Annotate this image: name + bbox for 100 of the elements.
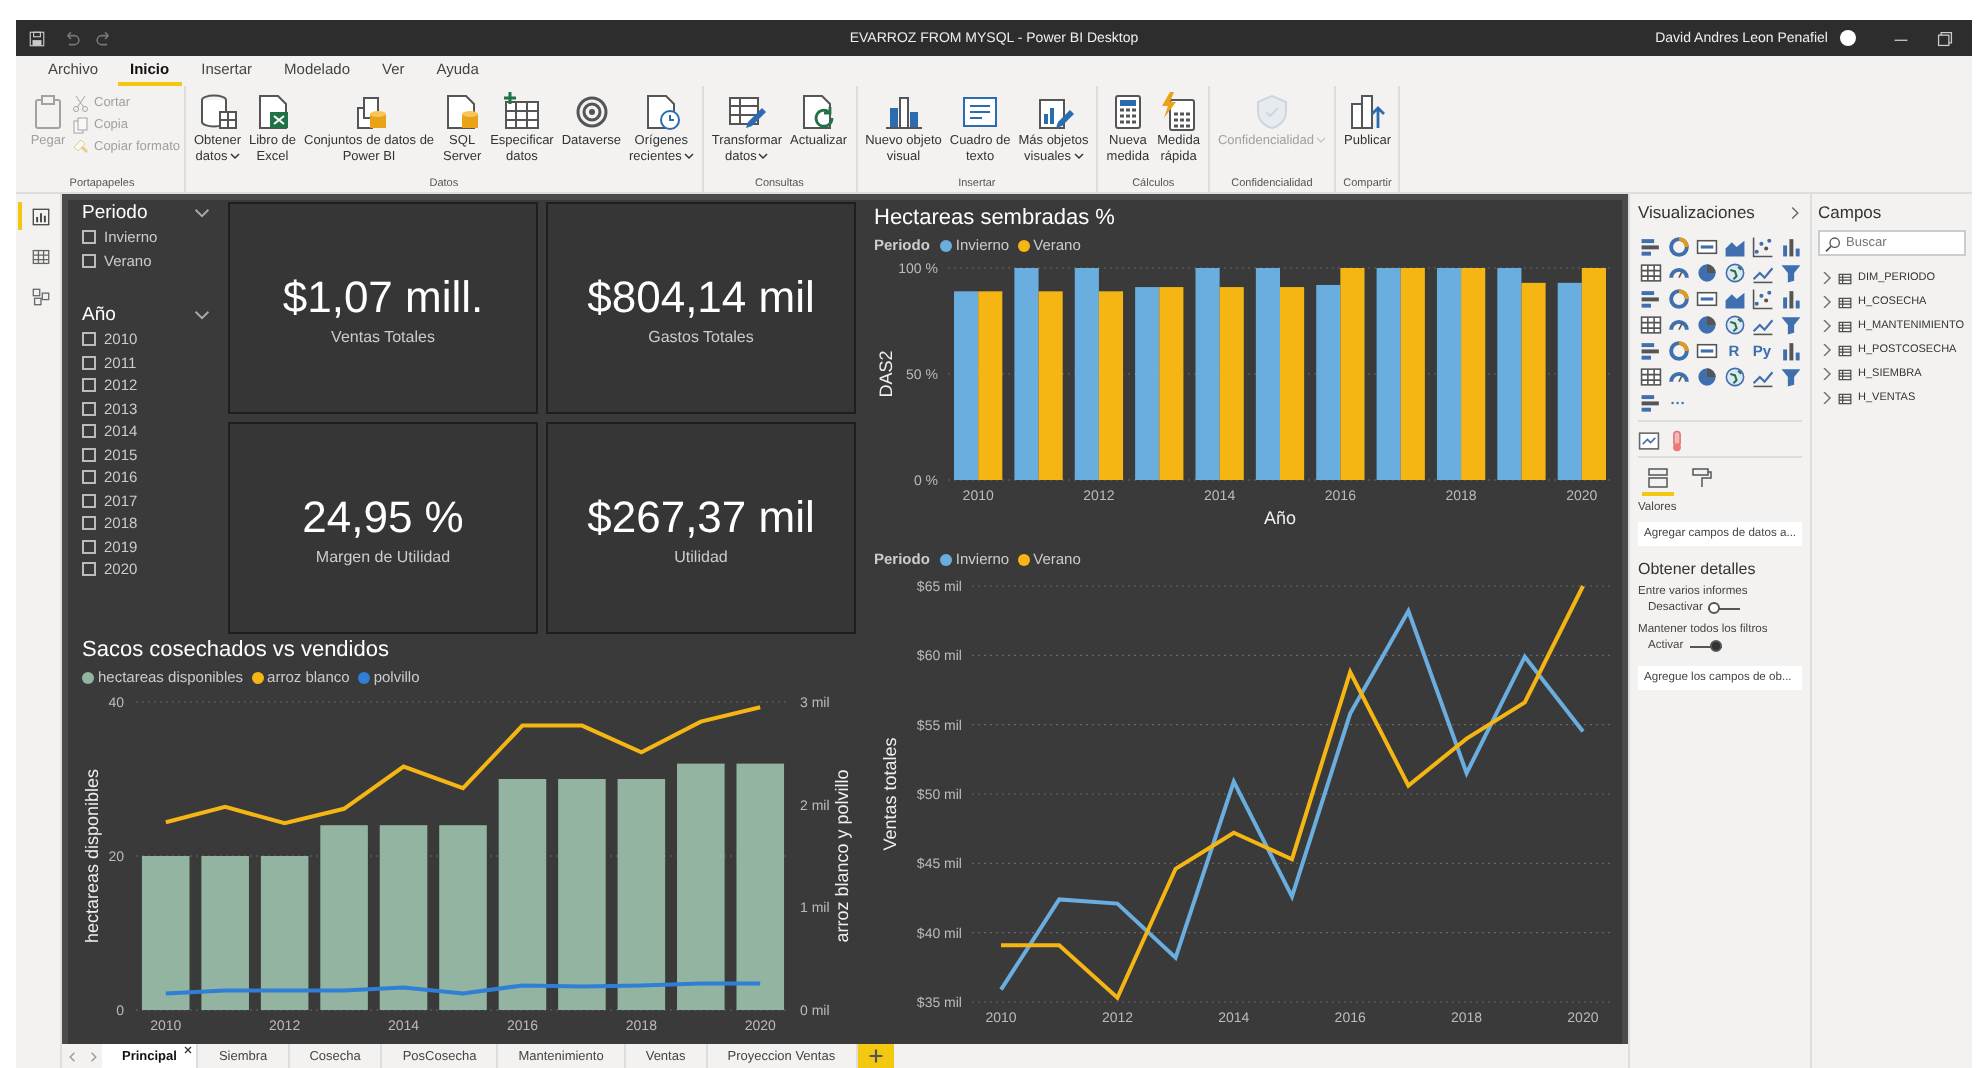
visual-type-button[interactable] [1778,364,1802,388]
section-title: Obtener detalles [1638,560,1758,578]
checkbox[interactable] [82,424,96,439]
column-chart-icon [1779,287,1801,309]
checkbox[interactable] [82,253,96,268]
checkbox[interactable] [82,493,96,508]
visual-type-button[interactable] [1638,338,1662,362]
visual-type-button[interactable] [1694,286,1718,310]
axis-title: Año [1264,508,1296,528]
table-pencil-icon [726,92,767,132]
bar-chart-icon [31,207,49,225]
pie-chart-icon [1695,313,1717,335]
bar-chart-icon [1639,391,1661,413]
visual-type-button[interactable] [1666,338,1690,362]
bar-chart-icon [1639,287,1661,309]
visual-type-button[interactable] [1694,312,1718,336]
caret-icon [229,152,240,160]
calculator-lightning-icon [1158,92,1199,132]
donut-chart-icon [1667,235,1689,257]
visual-type-button[interactable] [1722,364,1746,388]
donut-chart-icon [1667,287,1689,309]
restore-icon [1935,29,1953,47]
visual-type-button[interactable] [1666,234,1690,258]
visual-type-button[interactable] [1638,234,1662,258]
visual-type-button[interactable] [1694,260,1718,284]
visual-type-button[interactable] [1750,234,1774,258]
visual-type-button[interactable] [1778,312,1802,336]
visual-type-button[interactable] [1778,286,1802,310]
paint-roller-icon [1690,466,1714,490]
visual-type-button[interactable] [1638,312,1662,336]
chevron-down-icon[interactable] [194,208,210,218]
caret-icon [1073,152,1083,160]
checkbox[interactable] [82,516,96,531]
caret-icon [758,152,769,160]
visual-type-button[interactable] [1694,338,1718,362]
chevron-right-icon[interactable] [1822,296,1832,308]
fields-tab[interactable] [1642,464,1674,496]
visual-type-button[interactable] [1638,286,1662,310]
chevron-right-icon[interactable] [1822,392,1832,404]
chevron-right-icon[interactable] [1822,368,1832,380]
checkbox[interactable] [82,562,96,577]
visual-type-button[interactable] [1694,364,1718,388]
refresh-document-icon [798,92,839,132]
undo-icon [62,29,80,47]
checkbox[interactable] [82,355,96,370]
axis-title: hectareas disponibles [82,768,102,944]
visual-type-button[interactable] [1778,338,1802,362]
save-icon [28,29,46,47]
funnel-icon [1779,261,1801,283]
card-icon [1695,287,1717,309]
visual-type-button[interactable] [1722,260,1746,284]
shield-icon [1251,92,1292,132]
avatar[interactable] [1840,30,1856,46]
table-icon [1838,271,1852,285]
table-icon [1838,295,1852,309]
checkbox[interactable] [82,447,96,462]
close-icon[interactable] [184,1046,193,1054]
area-chart-icon [1723,287,1745,309]
visual-type-button[interactable] [1638,390,1662,414]
paint-brush-icon [72,138,90,156]
checkbox[interactable] [82,470,96,485]
build-visual-icon [1638,430,1660,452]
plus-icon [867,1048,884,1064]
kpi-value: $267,37 mil [587,491,815,543]
database-document-icon [442,92,483,132]
visual-type-button[interactable] [1778,260,1802,284]
toggle-switch[interactable] [1708,602,1741,614]
column-chart-icon [1779,235,1801,257]
visual-type-button[interactable] [1666,286,1690,310]
checkbox[interactable] [82,332,96,347]
checkbox[interactable] [82,539,96,554]
globe-icon [1723,313,1745,335]
bar-chart-icon [1639,235,1661,257]
database-icon [197,92,238,132]
visual-type-button[interactable] [1694,234,1718,258]
slicer-title: Periodo [82,202,148,224]
visual-type-button[interactable] [1750,286,1774,310]
visual-type-button[interactable] [1778,234,1802,258]
table-icon [1838,319,1852,333]
chevron-right-icon[interactable] [1822,272,1832,284]
checkbox[interactable] [82,230,96,245]
toggle-switch[interactable] [1689,640,1722,652]
visual-type-button[interactable] [1638,364,1662,388]
add-page-button[interactable] [857,1044,894,1068]
chevron-right-icon[interactable] [1822,344,1832,356]
rings-icon [571,92,612,132]
kpi-label: Gastos Totales [648,327,754,345]
pie-chart-icon [1695,365,1717,387]
chevron-right-icon[interactable] [1822,320,1832,332]
pie-chart-icon [1695,261,1717,283]
card-icon [1695,339,1717,361]
caret-icon [1316,136,1326,144]
chevron-down-icon[interactable] [194,310,210,320]
chevron-right-icon [85,1049,99,1063]
checkbox[interactable] [82,378,96,393]
checkbox[interactable] [82,401,96,416]
table-icon [1639,313,1661,335]
area-chart-icon [1723,235,1745,257]
visual-type-button[interactable] [1638,260,1662,284]
visual-type-button[interactable] [1722,312,1746,336]
